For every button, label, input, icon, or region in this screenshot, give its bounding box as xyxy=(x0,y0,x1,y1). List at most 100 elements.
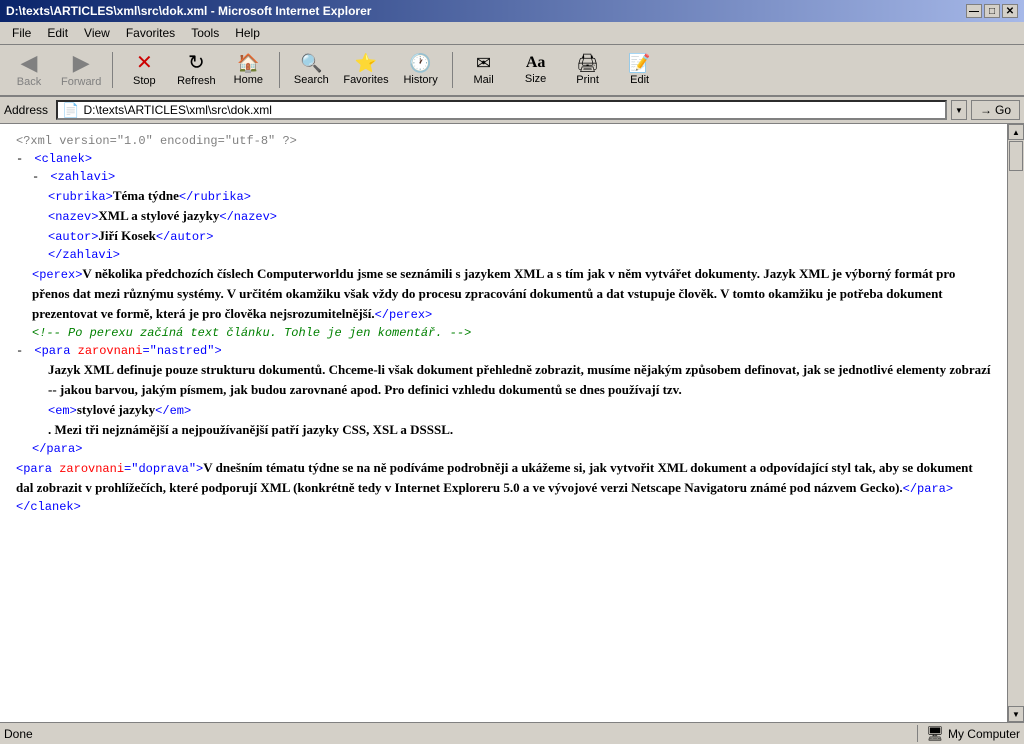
toolbar-sep-2 xyxy=(279,52,280,88)
tag-nazev-close: </nazev> xyxy=(219,210,277,224)
edit-label: Edit xyxy=(630,74,649,86)
nazev-text: XML a stylové jazyky xyxy=(98,208,219,223)
vertical-scrollbar[interactable]: ▲ ▼ xyxy=(1007,124,1024,722)
autor-line: <autor>Jiří Kosek</autor> xyxy=(48,226,991,246)
edit-icon: 📝 xyxy=(628,54,650,72)
tag-clanek-open: <clanek> xyxy=(34,152,92,166)
menu-tools[interactable]: Tools xyxy=(183,24,227,42)
address-label: Address xyxy=(4,103,48,117)
go-arrow-icon: → xyxy=(980,103,992,117)
para-nastred-close: </para> xyxy=(32,440,991,458)
scroll-down-button[interactable]: ▼ xyxy=(1008,706,1024,722)
tag-zahlavi-open: <zahlavi> xyxy=(50,170,115,184)
attr-zarovnani: zarovnani xyxy=(78,344,143,358)
search-button[interactable]: 🔍 Search xyxy=(286,47,336,93)
mail-button[interactable]: ✉ Mail xyxy=(459,47,509,93)
address-value[interactable]: D:\texts\ARTICLES\xml\src\dok.xml xyxy=(83,103,941,117)
para-nastred-text-2: . Mezi tři nejznámější a nejpoužívanější… xyxy=(48,422,453,437)
go-button[interactable]: → Go xyxy=(971,100,1020,120)
em-line: <em>stylové jazyky</em> xyxy=(48,400,991,420)
print-label: Print xyxy=(576,74,599,86)
tag-perex-close: </perex> xyxy=(375,308,433,322)
menu-file[interactable]: File xyxy=(4,24,39,42)
menu-favorites[interactable]: Favorites xyxy=(118,24,183,42)
para-doprava-line: <para zarovnani="doprava">V dnešním téma… xyxy=(16,458,991,498)
forward-icon: ▶ xyxy=(73,52,90,74)
toolbar-sep-1 xyxy=(112,52,113,88)
refresh-button[interactable]: ↻ Refresh xyxy=(171,47,221,93)
back-label: Back xyxy=(17,76,41,88)
menu-edit[interactable]: Edit xyxy=(39,24,76,42)
toolbar-sep-3 xyxy=(452,52,453,88)
status-zone: 🖥 My Computer xyxy=(917,725,1020,742)
eq2: =" xyxy=(124,462,138,476)
tag-autor-close: </autor> xyxy=(156,230,214,244)
tag-zahlavi-close: </zahlavi> xyxy=(48,248,120,262)
size-icon: Aa xyxy=(526,55,546,71)
size-button[interactable]: Aa Size xyxy=(511,47,561,93)
favorites-button[interactable]: ⭐ Favorites xyxy=(338,47,393,93)
edit-button[interactable]: 📝 Edit xyxy=(615,47,665,93)
comment-line: <!-- Po perexu začíná text článku. Tohle… xyxy=(32,324,991,342)
forward-button[interactable]: ▶ Forward xyxy=(56,47,106,93)
xml-content: <?xml version="1.0" encoding="utf-8" ?> … xyxy=(0,124,1007,722)
para-nastred-text: Jazyk XML definuje pouze strukturu dokum… xyxy=(48,362,990,397)
home-button[interactable]: 🏠 Home xyxy=(223,47,273,93)
mail-label: Mail xyxy=(474,74,494,86)
eq1: =" xyxy=(142,344,156,358)
refresh-label: Refresh xyxy=(177,75,216,87)
print-button[interactable]: 🖨 Print xyxy=(563,47,613,93)
zahlavi-open: - <zahlavi> xyxy=(32,168,991,186)
main-content-area: <?xml version="1.0" encoding="utf-8" ?> … xyxy=(0,124,1024,722)
stop-button[interactable]: ✕ Stop xyxy=(119,47,169,93)
para-nastred-content: Jazyk XML definuje pouze strukturu dokum… xyxy=(48,360,991,400)
tag-em-open: <em> xyxy=(48,404,77,418)
tag-nazev-open: <nazev> xyxy=(48,210,98,224)
minimize-button[interactable]: — xyxy=(966,4,982,18)
history-label: History xyxy=(403,74,437,86)
close-button[interactable]: ✕ xyxy=(1002,4,1018,18)
menu-bar: File Edit View Favorites Tools Help xyxy=(0,22,1024,45)
attrval-nastred: nastred xyxy=(157,344,207,358)
zone-label: My Computer xyxy=(948,727,1020,741)
stop-label: Stop xyxy=(133,75,156,87)
dash-para1: - xyxy=(16,344,23,358)
maximize-button[interactable]: □ xyxy=(984,4,1000,18)
back-icon: ◀ xyxy=(21,52,38,74)
attrval-doprava: doprava xyxy=(138,462,188,476)
menu-help[interactable]: Help xyxy=(227,24,268,42)
history-button[interactable]: 🕐 History xyxy=(396,47,446,93)
refresh-icon: ↻ xyxy=(188,53,205,73)
tag-em-close: </em> xyxy=(155,404,191,418)
scroll-up-button[interactable]: ▲ xyxy=(1008,124,1024,140)
size-label: Size xyxy=(525,73,546,85)
go-label: Go xyxy=(995,103,1011,117)
history-icon: 🕐 xyxy=(409,54,431,72)
menu-view[interactable]: View xyxy=(76,24,118,42)
perex-text-1: V několika předchozích číslech Computerw… xyxy=(32,266,955,321)
xml-comment-text: <!-- Po perexu začíná text článku. Tohle… xyxy=(32,326,471,340)
zahlavi-close: </zahlavi> xyxy=(32,246,991,264)
back-button[interactable]: ◀ Back xyxy=(4,47,54,93)
status-text: Done xyxy=(4,727,913,741)
rubrika-text: Téma týdne xyxy=(113,188,179,203)
home-label: Home xyxy=(234,74,263,86)
home-icon: 🏠 xyxy=(237,54,259,72)
xml-pi-text: <?xml version="1.0" encoding="utf-8" ?> xyxy=(16,134,297,148)
address-dropdown[interactable]: ▼ xyxy=(951,100,967,120)
favorites-icon: ⭐ xyxy=(355,54,377,72)
tag-perex-open: <perex> xyxy=(32,268,82,282)
search-label: Search xyxy=(294,74,329,86)
dash-zahlavi: - xyxy=(32,170,39,184)
attr-zarovnani2: zarovnani xyxy=(59,462,124,476)
tag-autor-open: <autor> xyxy=(48,230,98,244)
status-bar: Done 🖥 My Computer xyxy=(0,722,1024,744)
mail-icon: ✉ xyxy=(476,54,491,72)
computer-icon: 🖥 xyxy=(926,725,944,742)
scroll-thumb[interactable] xyxy=(1009,141,1023,171)
clanek-open: - <clanek> xyxy=(16,150,991,168)
window-title: D:\texts\ARTICLES\xml\src\dok.xml - Micr… xyxy=(6,4,371,18)
tag-para-close: </para> xyxy=(32,442,82,456)
toolbar: ◀ Back ▶ Forward ✕ Stop ↻ Refresh 🏠 Home… xyxy=(0,45,1024,97)
perex-block: <perex>V několika předchozích číslech Co… xyxy=(32,264,991,324)
